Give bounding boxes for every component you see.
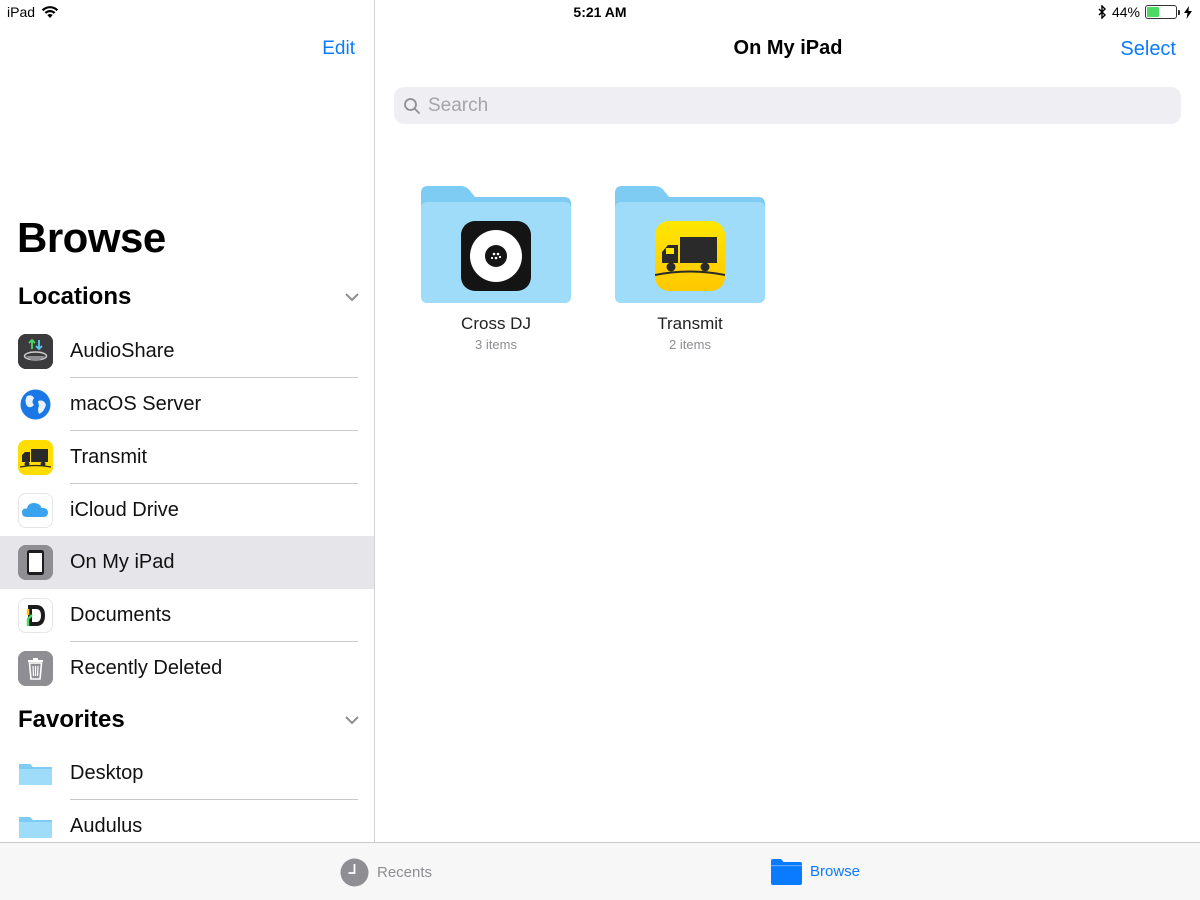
trash-icon bbox=[18, 651, 53, 686]
audioshare-icon bbox=[18, 334, 53, 369]
search-input[interactable] bbox=[428, 94, 1128, 117]
chevron-down-icon[interactable] bbox=[344, 289, 360, 305]
select-button[interactable]: Select bbox=[1120, 38, 1176, 61]
sidebar-item-label: AudioShare bbox=[70, 340, 175, 362]
folder-item-count: 2 items bbox=[669, 337, 711, 352]
transmit-truck-icon bbox=[655, 221, 725, 291]
favorites-header[interactable]: Favorites bbox=[18, 706, 363, 734]
icloud-icon bbox=[18, 493, 53, 528]
globe-icon bbox=[18, 387, 53, 422]
sidebar-item-recently-deleted[interactable]: Recently Deleted bbox=[0, 642, 374, 695]
sidebar-item-icloud-drive[interactable]: iCloud Drive bbox=[0, 484, 374, 537]
favorites-header-label: Favorites bbox=[18, 706, 125, 733]
sidebar-item-macos-server[interactable]: macOS Server bbox=[0, 378, 374, 431]
tab-recents[interactable]: Recents bbox=[340, 858, 432, 887]
sidebar-item-label: Desktop bbox=[70, 762, 144, 784]
sidebar-item-label: On My iPad bbox=[70, 551, 175, 573]
chevron-down-icon[interactable] bbox=[344, 712, 360, 728]
sidebar: Edit Browse Locations AudioShare macOS S… bbox=[0, 0, 375, 842]
battery-icon bbox=[1145, 5, 1180, 19]
sidebar-item-on-my-ipad[interactable]: On My iPad bbox=[0, 536, 374, 589]
sidebar-item-label: Audulus bbox=[70, 815, 143, 837]
battery-level-fill bbox=[1147, 7, 1160, 17]
search-icon bbox=[404, 97, 420, 114]
sidebar-title: Browse bbox=[17, 214, 166, 261]
sidebar-item-label: iCloud Drive bbox=[70, 499, 179, 521]
sidebar-item-label: macOS Server bbox=[70, 393, 202, 415]
sidebar-item-label: Transmit bbox=[70, 446, 148, 468]
folder-cross-dj[interactable]: Cross DJ 3 items bbox=[416, 185, 576, 352]
clock-icon bbox=[340, 858, 369, 887]
transmit-truck-icon bbox=[18, 440, 53, 475]
folder-icon bbox=[615, 185, 765, 303]
folder-item-count: 3 items bbox=[475, 337, 517, 352]
status-bar-right: 44% bbox=[1098, 4, 1192, 20]
cross-dj-icon bbox=[461, 221, 531, 291]
bluetooth-icon bbox=[1098, 5, 1106, 19]
main-content: On My iPad Select Search Cross DJ 3 item… bbox=[376, 0, 1200, 842]
sidebar-item-audioshare[interactable]: AudioShare bbox=[0, 325, 374, 378]
folder-name: Cross DJ bbox=[461, 314, 531, 333]
edit-button[interactable]: Edit bbox=[322, 38, 355, 60]
folder-transmit[interactable]: Transmit 2 items bbox=[610, 185, 770, 352]
tab-browse[interactable]: Browse bbox=[771, 858, 860, 885]
sidebar-item-documents[interactable]: Documents bbox=[0, 589, 374, 642]
folder-icon bbox=[771, 859, 802, 885]
sidebar-item-label: Documents bbox=[70, 604, 172, 626]
tab-label: Recents bbox=[377, 864, 433, 881]
sidebar-item-transmit[interactable]: Transmit bbox=[0, 431, 374, 484]
tab-bar: Recents Browse bbox=[0, 842, 1200, 900]
folder-name: Transmit bbox=[657, 314, 723, 333]
folder-icon bbox=[421, 185, 571, 303]
documents-icon bbox=[18, 598, 53, 633]
tab-label: Browse bbox=[810, 863, 861, 880]
search-bar[interactable] bbox=[394, 87, 1181, 124]
charging-bolt-icon bbox=[1184, 5, 1192, 19]
sidebar-item-desktop[interactable]: Desktop bbox=[0, 747, 374, 800]
locations-header[interactable]: Locations bbox=[18, 283, 363, 311]
folder-icon bbox=[18, 809, 53, 842]
sidebar-item-audulus[interactable]: Audulus bbox=[0, 800, 374, 842]
locations-header-label: Locations bbox=[18, 283, 132, 310]
battery-percent: 44% bbox=[1111, 4, 1140, 20]
page-title: On My iPad bbox=[733, 37, 843, 59]
status-bar: iPad 5:21 AM 44% bbox=[0, 0, 1200, 24]
folder-icon bbox=[18, 756, 53, 791]
ipad-icon bbox=[18, 545, 53, 580]
status-time: 5:21 AM bbox=[573, 4, 627, 20]
sidebar-item-label: Recently Deleted bbox=[70, 657, 223, 679]
